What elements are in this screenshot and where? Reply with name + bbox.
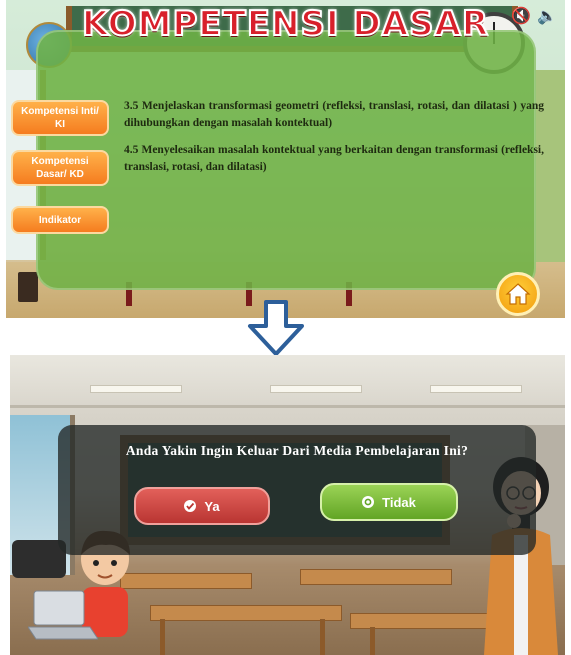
kompetensi-dasar-button[interactable]: Kompetensi Dasar/ KD [11, 150, 109, 186]
page-title: KOMPETENSI DASAR [81, 3, 490, 45]
no-button-label: Tidak [382, 494, 416, 510]
kd-item: 4.5 Menyelesaikan masalah kontektual yan… [124, 144, 544, 173]
no-button[interactable]: Tidak [320, 483, 458, 521]
desk [300, 569, 452, 585]
kompetensi-dasar-screen: KOMPETENSI DASAR 🔇 🔈 Kompetensi Inti/ KI… [6, 0, 565, 318]
trash-bin [18, 272, 38, 302]
exit-confirmation-screen: Anda Yakin Ingin Keluar Dari Media Pembe… [10, 355, 565, 655]
desk-leg [320, 619, 325, 655]
indikator-button[interactable]: Indikator [11, 206, 109, 234]
home-button[interactable] [496, 272, 540, 316]
yes-button-label: Ya [204, 498, 220, 514]
yes-button[interactable]: Ya [134, 487, 270, 525]
kompetensi-inti-button[interactable]: Kompetensi Inti/ KI [11, 100, 109, 136]
home-icon [505, 283, 531, 305]
desk-leg [370, 627, 375, 655]
ceiling-light [270, 385, 362, 393]
dialog-message: Anda Yakin Ingin Keluar Dari Media Pembe… [125, 443, 469, 458]
desk [150, 605, 342, 621]
exit-confirmation-dialog: Anda Yakin Ingin Keluar Dari Media Pembe… [58, 425, 536, 555]
laptop-icon [28, 590, 98, 640]
ceiling-light [430, 385, 522, 393]
kd-item: 3.5 Menjelaskan transformasi geometri (r… [124, 100, 544, 129]
kd-content: 3.5 Menjelaskan transformasi geometri (r… [124, 98, 544, 186]
check-icon [184, 500, 197, 512]
ceiling-edge [10, 405, 565, 408]
audio-controls: 🔇 🔈 [511, 6, 557, 26]
ceiling-light [90, 385, 182, 393]
arrow-down-icon [248, 300, 304, 356]
speaker-icon[interactable]: 🔈 [537, 6, 557, 26]
desk-leg [160, 619, 165, 655]
mute-icon[interactable]: 🔇 [511, 6, 531, 26]
cancel-icon [362, 496, 375, 508]
